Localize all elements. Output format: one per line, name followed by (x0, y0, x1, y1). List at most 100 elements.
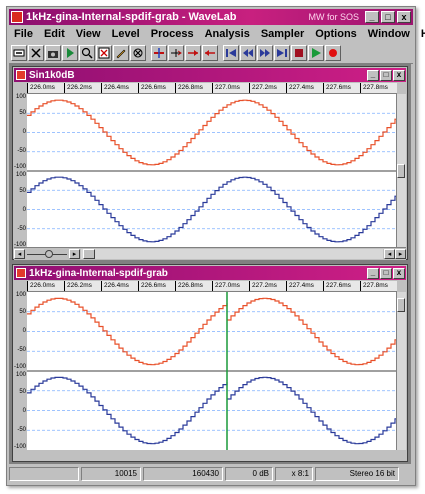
document-title-bar[interactable]: 1kHz-gina-Internal-spdif-grab _ □ x (14, 266, 406, 280)
y-axis-right-channel: 100 50 0 -50 -100 (14, 172, 27, 248)
menu-level[interactable]: Level (107, 28, 146, 40)
waveform-display[interactable] (27, 94, 399, 248)
maximize-button[interactable]: □ (381, 11, 395, 23)
document-area: Sin1k0dB _ □ x 226.0ms 226.2ms 226.4ms 2… (9, 64, 411, 464)
menu-sampler[interactable]: Sampler (256, 28, 310, 40)
cross-file-icon[interactable] (96, 45, 112, 61)
ruler-tick: 226.0ms (27, 83, 55, 93)
status-bar: 10015 160430 0 dB x 8:1 Stereo 16 bit (9, 467, 413, 481)
vertical-zoom-scroll[interactable] (396, 292, 406, 450)
status-position: 10015 (81, 467, 141, 481)
ruler-tick: 226.4ms (101, 83, 129, 93)
waveform-svg (27, 99, 399, 243)
record-icon[interactable] (325, 45, 341, 61)
magnify-icon[interactable] (79, 45, 95, 61)
document-title-bar[interactable]: Sin1k0dB _ □ x (14, 68, 406, 82)
status-blank (9, 467, 79, 481)
go-to-start-icon[interactable] (223, 45, 239, 61)
ruler-tick: 227.6ms (323, 281, 351, 291)
y-label: -50 (17, 427, 26, 433)
y-label: 0 (22, 328, 26, 334)
go-to-end-icon[interactable] (274, 45, 290, 61)
waveform-window-spdif-grab: 1kHz-gina-Internal-spdif-grab _ □ x 226.… (12, 264, 408, 462)
y-label: 100 (15, 372, 26, 378)
scroll-end-left-icon[interactable]: ◂ (384, 249, 395, 259)
tool-play-range-icon[interactable] (185, 45, 201, 61)
menu-process[interactable]: Process (146, 28, 200, 40)
y-label: -50 (17, 347, 26, 353)
zoom-waveform-icon[interactable] (130, 45, 146, 61)
vertical-zoom-knob[interactable] (397, 164, 405, 178)
zoom-slider-knob[interactable] (45, 250, 53, 258)
menu-edit[interactable]: Edit (39, 28, 71, 40)
close-button[interactable]: x (397, 11, 411, 23)
ruler-tick: 226.6ms (138, 281, 166, 291)
time-ruler[interactable]: 226.0ms 226.2ms 226.4ms 226.6ms 226.8ms … (27, 281, 397, 292)
y-label: 100 (15, 94, 26, 100)
rewind-icon[interactable] (240, 45, 256, 61)
scroll-end-right-icon[interactable]: ▸ (395, 249, 406, 259)
vertical-zoom-scroll[interactable] (396, 94, 406, 248)
y-axis-left-channel: 100 50 0 -50 -100 (14, 94, 27, 170)
wavelab-window: 1kHz-gina-Internal-spdif-grab - WaveLab … (6, 6, 425, 486)
menu-view[interactable]: View (71, 28, 107, 40)
ruler-tick: 226.6ms (138, 83, 166, 93)
ruler-tick: 227.4ms (286, 281, 314, 291)
pencil-icon[interactable] (113, 45, 129, 61)
title-caption: MW for SOS (308, 12, 359, 22)
ruler-tick: 227.0ms (212, 83, 240, 93)
zoom-slider[interactable] (27, 250, 67, 258)
doc-maximize-button[interactable]: □ (380, 69, 392, 81)
menu-analysis[interactable]: Analysis (200, 28, 256, 40)
minimize-button[interactable]: _ (365, 11, 379, 23)
tool-loop-icon[interactable] (202, 45, 218, 61)
y-label: 50 (19, 110, 26, 116)
y-label: 0 (22, 207, 26, 213)
title-bar[interactable]: 1kHz-gina-Internal-spdif-grab - WaveLab … (9, 9, 413, 25)
doc-close-button[interactable]: x (393, 267, 405, 279)
document-icon (16, 268, 26, 278)
fast-forward-icon[interactable] (257, 45, 273, 61)
status-level: 0 dB (225, 467, 273, 481)
y-label: 50 (19, 309, 26, 315)
y-label: 100 (15, 292, 26, 298)
y-label: -50 (17, 148, 26, 154)
camera-icon[interactable] (45, 45, 61, 61)
doc-minimize-button[interactable]: _ (367, 267, 379, 279)
window-title: 1kHz-gina-Internal-spdif-grab - WaveLab (26, 11, 237, 23)
menu-help[interactable]: Help (416, 28, 425, 40)
status-format: Stereo 16 bit (315, 467, 399, 481)
ruler-tick: 226.4ms (101, 281, 129, 291)
record-to-disk-icon[interactable] (28, 45, 44, 61)
status-zoom: x 8:1 (275, 467, 313, 481)
scroll-right-icon[interactable]: ▸ (69, 249, 80, 259)
menu-window[interactable]: Window (363, 28, 416, 40)
doc-close-button[interactable]: x (393, 69, 405, 81)
y-label: -50 (17, 226, 26, 232)
document-title: Sin1k0dB (29, 69, 75, 81)
play-marker-icon[interactable] (62, 45, 78, 61)
waveform-svg (27, 292, 399, 450)
doc-minimize-button[interactable]: _ (367, 69, 379, 81)
menu-file[interactable]: File (9, 28, 39, 40)
tool-cursor-icon[interactable] (168, 45, 184, 61)
y-label: 50 (19, 188, 26, 194)
vertical-zoom-knob[interactable] (397, 298, 405, 312)
time-ruler[interactable]: 226.0ms 226.2ms 226.4ms 226.6ms 226.8ms … (27, 83, 397, 94)
doc-maximize-button[interactable]: □ (380, 267, 392, 279)
stop-icon[interactable] (291, 45, 307, 61)
scroll-track[interactable] (81, 249, 383, 259)
y-label: 50 (19, 389, 26, 395)
scroll-thumb[interactable] (83, 249, 95, 259)
new-file-icon[interactable] (11, 45, 27, 61)
document-icon (16, 70, 26, 80)
ruler-tick: 227.2ms (249, 83, 277, 93)
menu-options[interactable]: Options (310, 28, 363, 40)
tool-select-icon[interactable] (151, 45, 167, 61)
y-axis-left-channel: 100 50 0 -50 -100 (14, 292, 27, 370)
play-icon[interactable] (308, 45, 324, 61)
ruler-tick: 227.0ms (212, 281, 240, 291)
scroll-left-icon[interactable]: ◂ (14, 249, 25, 259)
ruler-tick: 226.2ms (64, 281, 92, 291)
waveform-display[interactable] (27, 292, 399, 450)
